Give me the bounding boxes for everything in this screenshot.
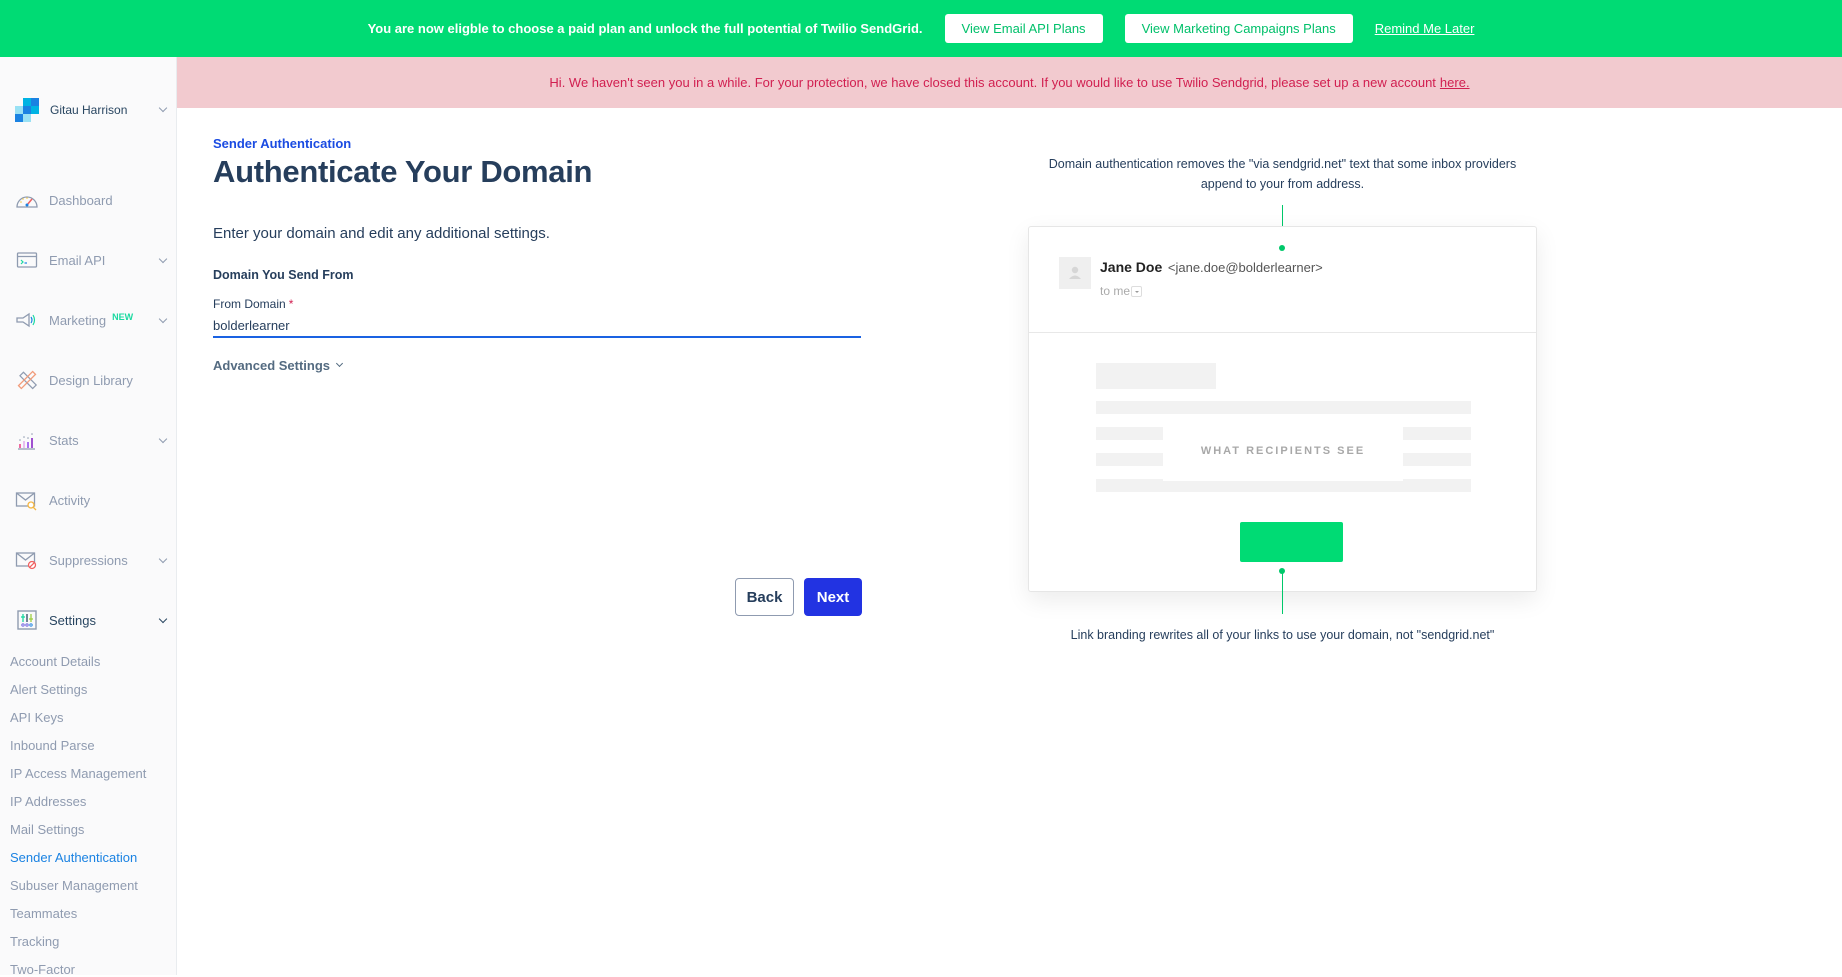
domain-auth-caption: Domain authentication removes the "via s… <box>1048 157 1517 191</box>
view-email-api-plans-button[interactable]: View Email API Plans <box>944 14 1103 43</box>
page-title: Authenticate Your Domain <box>213 154 593 189</box>
connector-dot-top <box>1279 245 1285 251</box>
placeholder-cta-button <box>1240 522 1343 562</box>
advanced-settings-toggle[interactable]: Advanced Settings <box>213 358 344 373</box>
sender-name: Jane Doe <box>1100 259 1163 275</box>
new-account-link[interactable]: here. <box>1440 75 1470 90</box>
link-branding-caption: Link branding rewrites all of your links… <box>1070 628 1495 642</box>
sidebar-item-label: Settings <box>49 612 96 628</box>
settings-item-sender-authentication[interactable]: Sender Authentication <box>10 850 137 865</box>
pencil-ruler-icon <box>15 369 39 391</box>
account-closed-banner: Hi. We haven't seen you in a while. For … <box>177 57 1842 108</box>
sender-email: <jane.doe@bolderlearner> <box>1167 260 1323 275</box>
chevron-down-icon <box>158 554 168 564</box>
account-name: Gitau Harrison <box>50 103 128 117</box>
new-badge: NEW <box>112 312 134 322</box>
settings-item-teammates[interactable]: Teammates <box>10 906 77 921</box>
remind-me-later-link[interactable]: Remind Me Later <box>1375 21 1475 36</box>
settings-item-api-keys[interactable]: API Keys <box>10 710 63 725</box>
back-button[interactable]: Back <box>735 578 794 616</box>
settings-item-ip-addresses[interactable]: IP Addresses <box>10 794 86 809</box>
sidebar-item-settings[interactable]: Settings <box>15 607 170 633</box>
chevron-down-icon <box>158 314 168 324</box>
what-recipients-see-label: WHAT RECIPIENTS SEE <box>1200 445 1366 457</box>
person-icon <box>1069 266 1081 279</box>
upgrade-banner: You are now eligble to choose a paid pla… <box>0 0 1842 57</box>
sliders-icon <box>15 609 39 631</box>
to-me-text: to me <box>1100 284 1131 298</box>
mail-blocked-icon <box>15 549 39 571</box>
settings-item-subuser-management[interactable]: Subuser Management <box>10 878 138 893</box>
from-domain-input[interactable] <box>213 314 861 338</box>
sidebar: Gitau Harrison Dashboard Email API Marke… <box>0 57 177 977</box>
settings-item-account-details[interactable]: Account Details <box>10 654 100 669</box>
sender-avatar <box>1059 257 1091 289</box>
from-domain-label: From Domain * <box>213 297 293 311</box>
sidebar-item-label: Dashboard <box>49 192 113 208</box>
upgrade-message: You are now eligble to choose a paid pla… <box>367 21 923 36</box>
chevron-down-icon <box>158 254 168 264</box>
placeholder-heading <box>1096 363 1216 389</box>
gauge-icon <box>15 189 39 211</box>
sidebar-item-dashboard[interactable]: Dashboard <box>15 187 170 213</box>
sidebar-item-email-api[interactable]: Email API <box>15 247 170 273</box>
sidebar-item-label: Activity <box>49 492 91 508</box>
sidebar-item-suppressions[interactable]: Suppressions <box>15 547 170 573</box>
chevron-down-icon <box>158 103 168 113</box>
chevron-down-icon <box>158 614 168 624</box>
intro-text: Enter your domain and edit any additiona… <box>213 225 550 242</box>
settings-item-ip-access-management[interactable]: IP Access Management <box>10 766 146 781</box>
sidebar-item-design-library[interactable]: Design Library <box>15 367 170 393</box>
sidebar-item-label: Marketing <box>49 312 107 328</box>
placeholder-line <box>1096 401 1471 414</box>
section-title: Domain You Send From <box>213 268 354 282</box>
connector-line-bottom <box>1282 571 1283 614</box>
sidebar-item-marketing[interactable]: Marketing NEW <box>15 307 170 333</box>
sidebar-item-stats[interactable]: Stats <box>15 427 170 453</box>
next-button[interactable]: Next <box>804 578 862 616</box>
from-domain-label-text: From Domain <box>213 297 286 311</box>
sender-line: Jane Doe <jane.doe@bolderlearner> <box>1100 259 1323 275</box>
sidebar-item-label: Design Library <box>49 372 133 388</box>
chevron-down-icon <box>158 434 168 444</box>
advanced-settings-label: Advanced Settings <box>213 358 331 373</box>
dropdown-arrow-icon <box>1131 285 1143 297</box>
bar-chart-icon <box>15 429 39 451</box>
sidebar-item-label: Stats <box>49 432 79 448</box>
sidebar-item-activity[interactable]: Activity <box>15 487 170 513</box>
view-marketing-campaigns-plans-button[interactable]: View Marketing Campaigns Plans <box>1124 14 1353 43</box>
what-recipients-see-overlay: WHAT RECIPIENTS SEE <box>1163 421 1403 481</box>
required-indicator: * <box>288 297 294 311</box>
recipient-line: to me <box>1100 284 1143 298</box>
sidebar-item-label: Email API <box>49 252 106 268</box>
card-divider <box>1029 332 1536 333</box>
breadcrumb[interactable]: Sender Authentication <box>213 136 351 151</box>
sendgrid-logo-icon <box>15 97 40 123</box>
megaphone-icon <box>15 309 39 331</box>
sidebar-item-label: Suppressions <box>49 552 128 568</box>
settings-item-alert-settings[interactable]: Alert Settings <box>10 682 87 697</box>
mail-search-icon <box>15 489 39 511</box>
terminal-icon <box>15 249 39 271</box>
settings-item-tracking[interactable]: Tracking <box>10 934 59 949</box>
settings-item-inbound-parse[interactable]: Inbound Parse <box>10 738 95 753</box>
settings-item-mail-settings[interactable]: Mail Settings <box>10 822 84 837</box>
account-closed-message: Hi. We haven't seen you in a while. For … <box>549 75 1436 90</box>
account-switcher[interactable]: Gitau Harrison <box>15 97 170 123</box>
chevron-down-icon <box>335 359 344 367</box>
